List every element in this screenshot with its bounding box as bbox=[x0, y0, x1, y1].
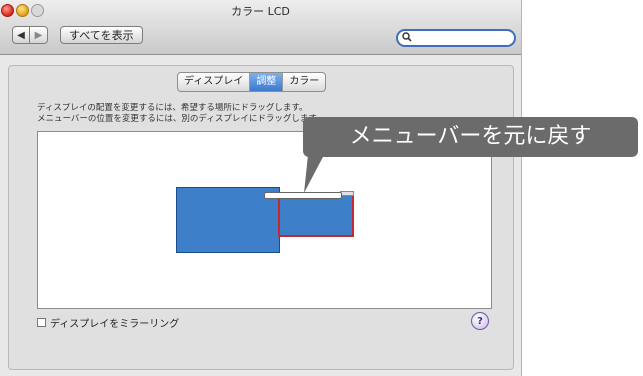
search-input[interactable] bbox=[396, 29, 516, 47]
callout-label: メニューバーを元に戻す bbox=[303, 117, 638, 157]
window-title: カラー LCD bbox=[231, 5, 290, 18]
forward-arrow-icon: ▶ bbox=[34, 29, 43, 41]
instruction-line-1: ディスプレイの配置を変更するには、希望する場所にドラッグします。 bbox=[37, 103, 308, 113]
back-button[interactable]: ◀ bbox=[12, 26, 30, 44]
mirror-displays-option[interactable]: ディスプレイをミラーリング bbox=[37, 315, 179, 330]
tab-arrangement[interactable]: 調整 bbox=[249, 73, 283, 91]
show-all-button[interactable]: すべてを表示 bbox=[60, 26, 143, 44]
back-arrow-icon: ◀ bbox=[17, 29, 25, 41]
mirror-label: ディスプレイをミラーリング bbox=[50, 319, 180, 330]
preferences-window: カラー LCD ◀ ▶ すべてを表示 ディスプレイ 調整 カラー ディスプレイの… bbox=[0, 0, 522, 376]
tab-display[interactable]: ディスプレイ bbox=[178, 73, 249, 91]
callout-pointer bbox=[304, 155, 324, 193]
secondary-display-thumbnail[interactable] bbox=[278, 193, 354, 237]
secondary-menubar-slot bbox=[340, 191, 354, 196]
tab-bar: ディスプレイ 調整 カラー bbox=[177, 72, 327, 92]
tab-color[interactable]: カラー bbox=[282, 73, 325, 91]
help-button[interactable]: ? bbox=[471, 312, 489, 330]
mirror-checkbox[interactable] bbox=[37, 318, 46, 327]
search-icon bbox=[402, 32, 412, 42]
titlebar: カラー LCD ◀ ▶ すべてを表示 bbox=[0, 0, 521, 55]
forward-button[interactable]: ▶ bbox=[30, 26, 48, 44]
